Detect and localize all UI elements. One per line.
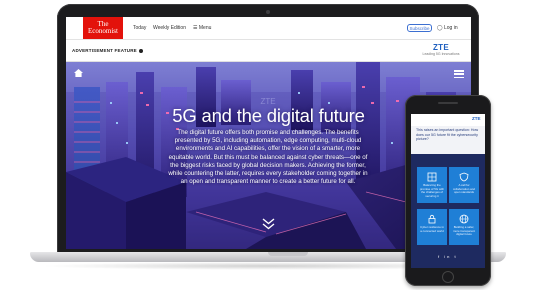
phone-header: ZTE: [411, 114, 485, 126]
nav-menu-label: Menu: [198, 25, 212, 31]
nav-menu[interactable]: ☰ Menu: [193, 25, 211, 31]
phone-card-2[interactable]: A call for collaboration and open standa…: [449, 167, 479, 203]
phone-card-1-text: Balancing the promise of 5G with the cha…: [419, 183, 445, 198]
phone-card-3-text: Cyber resilience in a connected world: [420, 225, 444, 233]
network-icon: [427, 172, 437, 182]
social-icons[interactable]: f in t: [438, 254, 458, 259]
zte-brand[interactable]: ZTE Leading 5G Innovations: [421, 43, 461, 56]
smartphone-frame: ZTE This raises an important question: H…: [405, 95, 491, 286]
nav-weekly-edition[interactable]: Weekly Edition: [153, 25, 186, 31]
phone-card-1[interactable]: Balancing the promise of 5G with the cha…: [417, 167, 447, 203]
zte-tagline: Leading 5G Innovations: [422, 52, 460, 56]
phone-card-4-text: Building a safer, more transparent digit…: [452, 225, 475, 237]
shield-icon: [459, 172, 469, 182]
advertisement-strip: ADVERTISEMENT FEATURE ZTE Leading 5G Inn…: [66, 40, 471, 62]
globe-icon: [459, 214, 469, 224]
user-icon: ◯: [437, 25, 443, 31]
ad-label: ADVERTISEMENT FEATURE: [72, 48, 143, 53]
zte-logo: ZTE: [432, 43, 449, 52]
hamburger-menu-icon[interactable]: [454, 70, 464, 79]
hero-body-text: The digital future offers both promise a…: [168, 129, 368, 186]
nav-today[interactable]: Today: [133, 25, 146, 31]
economist-logo[interactable]: The Economist: [83, 17, 123, 39]
site-header: The Economist Today Weekly Edition ☰ Men…: [66, 17, 471, 40]
laptop-notch: [268, 252, 308, 256]
scroll-down-chevron-icon[interactable]: [262, 218, 275, 230]
phone-screen: ZTE This raises an important question: H…: [411, 114, 485, 268]
subscribe-button[interactable]: Subscribe: [407, 24, 432, 32]
phone-cards-section: Balancing the promise of 5G with the cha…: [411, 154, 485, 268]
home-icon[interactable]: [74, 69, 83, 77]
menu-icon: ☰: [193, 25, 198, 31]
lock-icon: [428, 214, 436, 224]
logo-text: The Economist: [88, 20, 118, 35]
phone-speaker: [438, 102, 458, 104]
login-link[interactable]: ◯ Log in: [437, 25, 458, 31]
login-label: Log in: [444, 25, 458, 31]
phone-zte-logo[interactable]: ZTE: [472, 116, 481, 121]
phone-home-button: [442, 271, 454, 283]
laptop-camera: [266, 10, 270, 14]
phone-card-3[interactable]: Cyber resilience in a connected world: [417, 209, 447, 245]
phone-card-4[interactable]: Building a safer, more transparent digit…: [449, 209, 479, 245]
info-icon[interactable]: [138, 48, 143, 53]
ad-label-text: ADVERTISEMENT FEATURE: [72, 48, 137, 53]
phone-card-2-text: A call for collaboration and open standa…: [452, 183, 476, 195]
phone-intro-text: This raises an important question: How d…: [416, 128, 479, 142]
